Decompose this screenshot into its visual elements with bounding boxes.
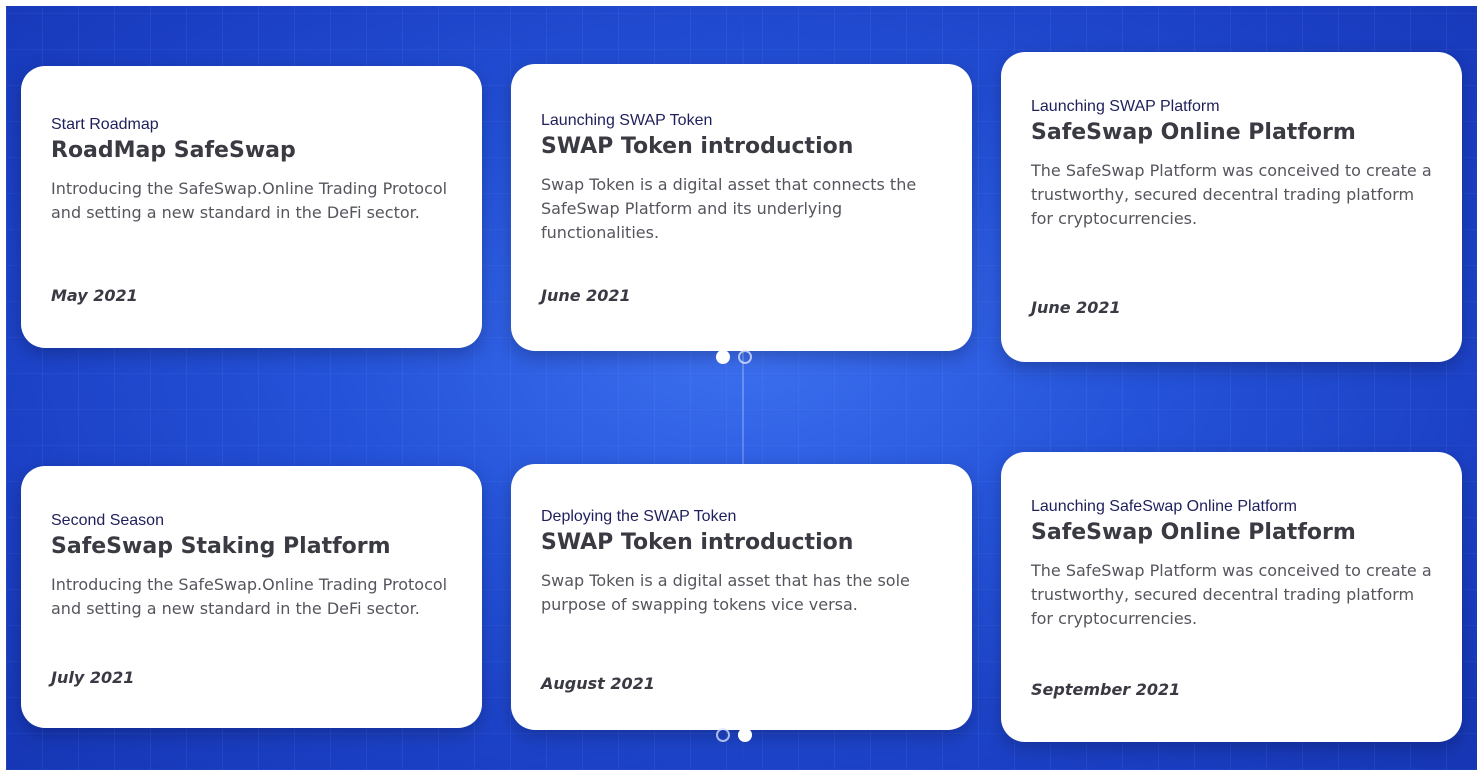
- card-date: August 2021: [541, 674, 655, 693]
- card-description: The SafeSwap Platform was conceived to c…: [1031, 561, 1432, 628]
- roadmap-card: Second Season SafeSwap Staking Platform …: [21, 466, 482, 728]
- card-date: July 2021: [51, 668, 135, 687]
- card-subtitle: Second Season: [51, 512, 164, 529]
- card-title: SafeSwap Staking Platform: [51, 534, 391, 559]
- roadmap-carousel-2: Second Season SafeSwap Staking Platform …: [6, 406, 1477, 770]
- card-title: SafeSwap Online Platform: [1031, 520, 1356, 545]
- carousel-pagination: [716, 728, 752, 742]
- card-description: Swap Token is a digital asset that has t…: [541, 571, 910, 614]
- pagination-dot[interactable]: [738, 350, 752, 364]
- pagination-dot-active[interactable]: [716, 350, 730, 364]
- card-description: Introducing the SafeSwap.Online Trading …: [51, 179, 448, 222]
- carousel-pagination: [716, 350, 752, 364]
- card-description: The SafeSwap Platform was conceived to c…: [1031, 161, 1432, 228]
- roadmap-carousel-1: Start Roadmap RoadMap SafeSwap Introduci…: [6, 6, 1477, 406]
- card-subtitle: Launching SafeSwap Online Platform: [1031, 498, 1297, 515]
- roadmap-card: Start Roadmap RoadMap SafeSwap Introduci…: [21, 66, 482, 348]
- card-title: SafeSwap Online Platform: [1031, 120, 1356, 145]
- roadmap-card: Launching SafeSwap Online Platform SafeS…: [1001, 452, 1462, 742]
- card-date: May 2021: [51, 286, 138, 305]
- card-subtitle: Deploying the SWAP Token: [541, 508, 737, 525]
- card-description: Introducing the SafeSwap.Online Trading …: [51, 575, 448, 618]
- card-title: RoadMap SafeSwap: [51, 138, 296, 163]
- roadmap-card: Launching SWAP Platform SafeSwap Online …: [1001, 52, 1462, 362]
- card-title: SWAP Token introduction: [541, 530, 854, 555]
- pagination-dot-active[interactable]: [738, 728, 752, 742]
- card-subtitle: Start Roadmap: [51, 116, 159, 133]
- card-subtitle: Launching SWAP Platform: [1031, 98, 1220, 115]
- roadmap-stage: Start Roadmap RoadMap SafeSwap Introduci…: [6, 6, 1477, 770]
- roadmap-card: Deploying the SWAP Token SWAP Token intr…: [511, 464, 972, 730]
- card-date: June 2021: [1031, 298, 1121, 317]
- card-description: Swap Token is a digital asset that conne…: [541, 175, 917, 242]
- card-date: September 2021: [1031, 680, 1181, 699]
- card-subtitle: Launching SWAP Token: [541, 112, 713, 129]
- pagination-dot[interactable]: [716, 728, 730, 742]
- roadmap-card: Launching SWAP Token SWAP Token introduc…: [511, 64, 972, 351]
- card-date: June 2021: [541, 286, 631, 305]
- card-title: SWAP Token introduction: [541, 134, 854, 159]
